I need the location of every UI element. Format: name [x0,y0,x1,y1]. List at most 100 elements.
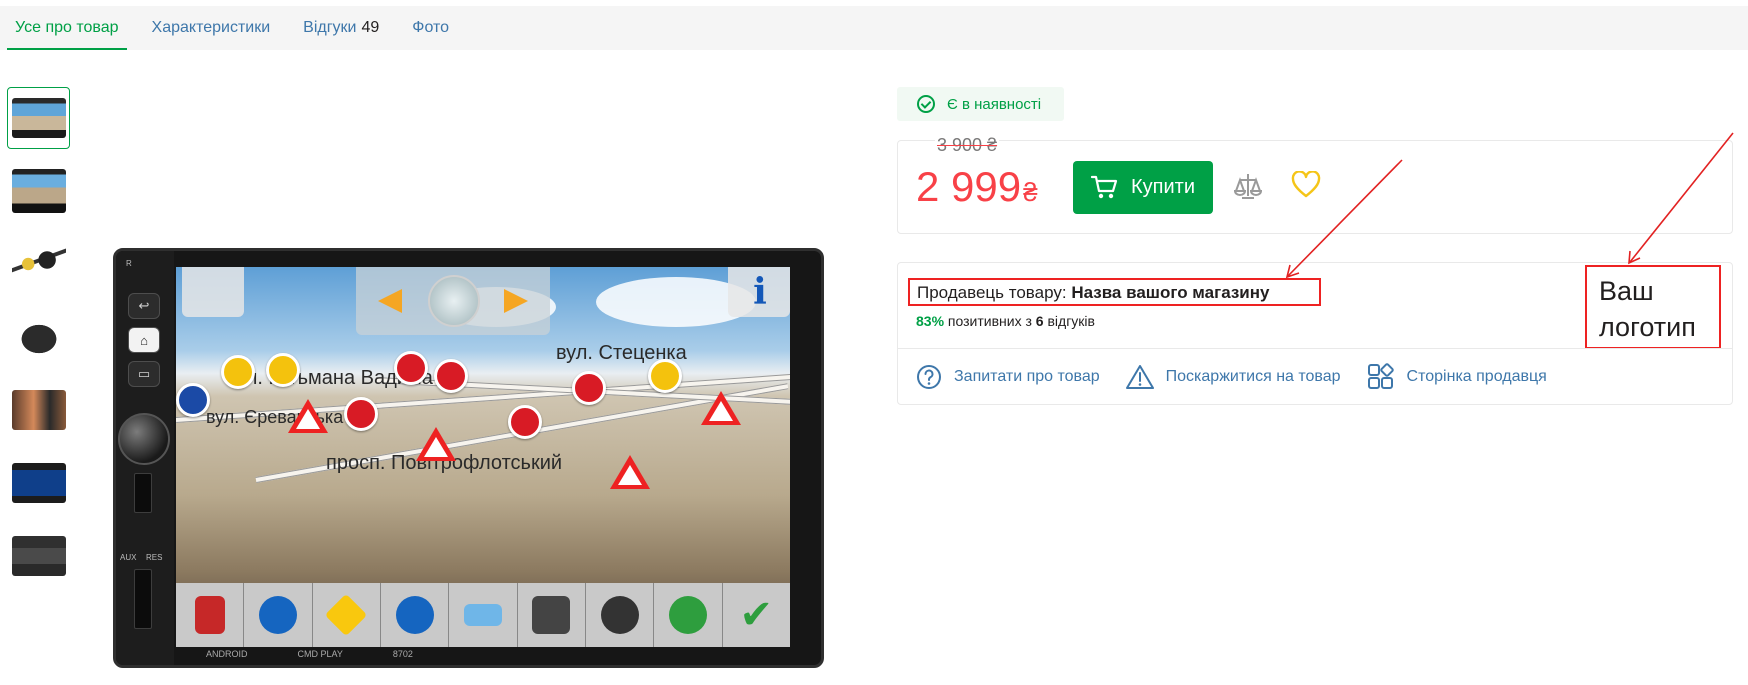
thumbnail-image [11,463,66,503]
divider [898,348,1732,349]
price-value: 2 999 [916,163,1022,210]
camera-add-icon [600,596,639,634]
back-arrow-icon: ↩ [128,293,160,319]
gas-station-pin [266,353,300,387]
thumbnail[interactable] [7,160,70,222]
usb-slot [134,569,152,629]
gas-station-pin [394,351,428,385]
store-grid-icon [1367,363,1394,389]
compare-button[interactable] [1232,171,1264,206]
reviews-count: 49 [361,19,380,36]
cart-icon [1091,175,1118,198]
thumbnail[interactable] [7,379,70,441]
checkmark-icon: ✔ [739,593,774,637]
seller-page-link[interactable]: Сторінка продавця [1367,363,1547,391]
seller-name-line: Продавець товару: Назва вашого магазину [908,278,1321,306]
old-price: 3 900 ₴ [935,135,1000,156]
tab-characteristics[interactable]: Характеристики [144,6,279,50]
tool-item [586,583,655,647]
scales-icon [1233,174,1263,199]
brand-mark: ANDROID [206,649,248,659]
roadwork-icon [668,596,707,634]
tool-item [518,583,586,647]
tab-reviews[interactable]: Відгуки 49 [295,6,387,50]
seller-actions: Запитати про товар Поскаржитися на товар… [916,363,1547,391]
volume-knob [118,413,170,465]
download-icon [194,596,225,634]
rating-suffix: відгуків [1047,313,1095,329]
warning-icon [1125,365,1154,389]
traffic-icon [532,596,571,634]
ask-question-link[interactable]: Запитати про товар [916,363,1100,391]
thumbnail-list [7,87,71,598]
buy-button-label: Купити [1131,176,1195,198]
warning-sign [416,427,456,461]
thumbnail-image [11,169,66,213]
nav-toolbar: ✔ [176,583,790,647]
stock-status-label: Є в наявності [947,95,1042,113]
thumbnail-image [11,98,66,138]
seller-logo-placeholder: Ваш логотип [1585,265,1721,349]
thumbnail-image [11,317,66,357]
report-product-label: Поскаржитися на товар [1165,368,1341,385]
tab-all-about-product[interactable]: Усе про товар [7,6,127,50]
tool-item [313,583,381,647]
buy-button[interactable]: Купити [1073,161,1213,214]
product-tabs: Усе про товар Характеристики Відгуки 49 Ф… [0,6,1748,50]
heart-icon [1291,170,1321,198]
report-product-link[interactable]: Поскаржитися на товар [1125,363,1341,391]
sd-slot [134,473,152,513]
gas-station-pin [221,355,255,389]
thumbnail[interactable] [7,452,70,514]
info-icon: i [753,271,767,313]
thumbnail[interactable] [7,233,70,295]
tool-item [176,583,245,647]
map-mode-button [182,267,244,317]
pin-icon [258,596,297,634]
seller-name-link[interactable]: Назва вашого магазину [1071,283,1269,302]
brand-mark: CMD PLAY [297,649,343,659]
gas-station-pin [344,397,378,431]
seller-rating: 83% позитивних з 6 відгуків [916,313,1095,329]
rating-percent: 83% [916,313,945,329]
warning-sign [610,455,650,489]
arrow-left-icon [378,289,402,313]
info-button: i [728,267,790,317]
eraser-icon [463,604,502,626]
tool-item: ✔ [723,583,790,647]
tool-item [654,583,723,647]
gas-station-pin [434,359,468,393]
thumbnail[interactable] [7,87,70,149]
tool-item [449,583,518,647]
gas-station-pin [508,405,542,439]
device-label-res: RES [146,553,163,562]
price-currency: ₴ [1023,177,1038,207]
gas-station-pin [572,371,606,405]
device-label-r: R [126,259,132,268]
device-brand-strip: ANDROID CMD PLAY 8702 [176,645,790,663]
stock-status-badge: Є в наявності [897,87,1064,121]
current-price: 2 999₴ [916,163,1038,211]
check-circle-icon [917,95,935,113]
menu-icon: ▭ [128,361,160,387]
ask-question-label: Запитати про товар [954,368,1100,385]
tool-item [244,583,313,647]
tab-photos[interactable]: Фото [404,6,457,50]
rating-count: 6 [1035,313,1044,329]
main-product-photo[interactable]: R ↩ ⌂ ▭ TF AUX RES вул. Гетьмана Вадима … [113,248,824,668]
compass-panel [356,267,550,335]
warning-sign [288,399,328,433]
brand-mark: 8702 [392,649,413,659]
gas-station-pin [648,359,682,393]
thumbnail-image [11,390,66,430]
thumbnail[interactable] [7,525,70,587]
navigation-screen: вул. Гетьмана Вадима вул. Стеценка вул. … [176,267,790,647]
tool-item [381,583,450,647]
star-icon [325,593,368,637]
device-button-panel: R ↩ ⌂ ▭ TF AUX RES [116,251,174,665]
seller-box: Продавець товару: Назва вашого магазину … [897,262,1733,405]
favorite-button[interactable] [1291,170,1321,204]
thumbnail[interactable] [7,306,70,368]
rating-text: позитивних з [947,313,1032,329]
add-pin-icon [395,596,434,634]
